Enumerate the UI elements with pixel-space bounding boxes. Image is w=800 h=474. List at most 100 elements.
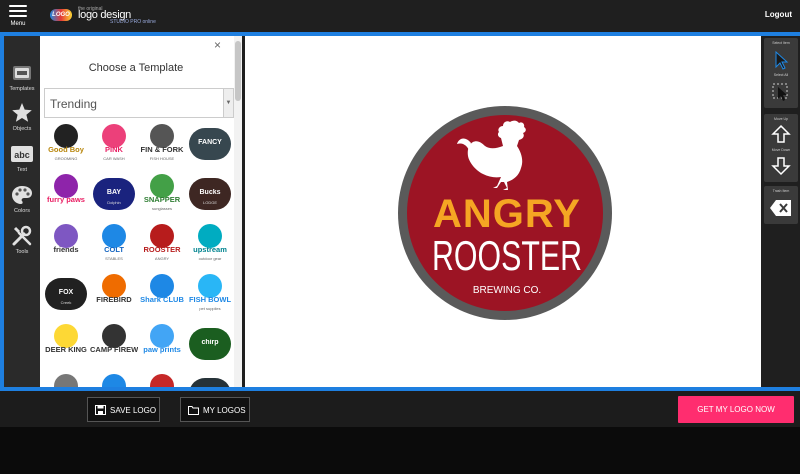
template-thumbnail-icon <box>150 224 174 248</box>
palette-icon <box>12 186 32 204</box>
select-tools-group: Select Item Select All <box>764 38 798 108</box>
select-arrow-icon[interactable] <box>771 50 791 70</box>
template-item[interactable]: DEER KING <box>42 320 90 368</box>
delete-backspace-icon[interactable] <box>769 198 793 218</box>
template-item[interactable]: ROOSTER ANGRY <box>138 220 186 268</box>
template-name: upstream <box>193 246 227 254</box>
logo-line1: ANGRY <box>433 192 581 236</box>
template-thumbnail-icon <box>150 374 174 387</box>
template-item[interactable]: FIREBIRD <box>90 270 138 318</box>
close-icon[interactable]: × <box>214 38 221 52</box>
logout-link[interactable]: Logout <box>765 10 792 19</box>
template-thumbnail-icon <box>102 374 126 387</box>
template-item[interactable]: friends <box>42 220 90 268</box>
template-item[interactable]: FISH BOWL pet supplies <box>186 270 234 318</box>
template-item[interactable]: paw prints <box>138 320 186 368</box>
template-item[interactable]: FOX Creek <box>42 270 90 318</box>
templates-icon <box>13 66 31 80</box>
template-thumbnail-icon <box>54 324 78 348</box>
tool-tools-label: Tools <box>15 249 29 255</box>
template-name: furry paws <box>47 196 85 204</box>
template-item[interactable]: BAY Dolphin <box>90 170 138 218</box>
template-item[interactable]: WRITER'S <box>42 370 90 387</box>
template-thumbnail-icon <box>150 124 174 148</box>
template-item[interactable]: PINK CAR WASH <box>90 120 138 168</box>
template-name: FISH BOWL <box>188 296 232 304</box>
template-name: DEER KING <box>45 346 87 354</box>
template-name: FANCY <box>198 139 222 146</box>
template-item[interactable]: POWER <box>186 370 234 387</box>
arrow-up-icon[interactable] <box>771 124 791 144</box>
template-subtitle: CAR WASH <box>103 156 125 161</box>
tool-templates-label: Templates <box>9 86 35 92</box>
arrange-tools-group: Move Up Move Down <box>764 114 798 182</box>
panel-title: Choose a Template <box>88 62 184 74</box>
get-my-logo-button[interactable]: GET MY LOGO NOW <box>678 396 794 423</box>
logo-design-app: Menu LOGO the original logo design STUDI… <box>0 0 800 474</box>
page-footer <box>0 427 800 474</box>
brand-badge: LOGO <box>50 9 72 21</box>
menu-label: Menu <box>10 21 26 27</box>
template-item[interactable]: FANCY <box>186 120 234 168</box>
template-name: chirp <box>201 339 219 346</box>
template-thumbnail-icon <box>198 274 222 298</box>
my-logos-label: MY LOGOS <box>203 406 246 415</box>
logo-line2: ROOSTER <box>432 232 582 279</box>
template-thumbnail-icon <box>198 224 222 248</box>
template-item[interactable]: PRECISION <box>138 370 186 387</box>
template-panel: × Choose a Template Trending ▼ Good Boy G… <box>40 36 242 387</box>
brand-sub-text: STUDIO PRO online <box>110 19 156 25</box>
template-item[interactable]: furry paws <box>42 170 90 218</box>
template-item[interactable]: upstream outdoor gear <box>186 220 234 268</box>
template-item[interactable]: Good Boy GROOMING <box>42 120 90 168</box>
logo-artwork[interactable]: ANGRY ROOSTER BREWING CO. <box>245 36 761 387</box>
select-all-label: Select All <box>773 73 789 77</box>
template-item[interactable]: Shark CLUB <box>138 270 186 318</box>
template-thumbnail-icon <box>150 324 174 348</box>
template-item[interactable]: FIN & FORK FISH HOUSE <box>138 120 186 168</box>
design-canvas[interactable]: ANGRY ROOSTER BREWING CO. <box>245 36 761 387</box>
template-thumbnail-icon <box>102 124 126 148</box>
category-select[interactable]: Trending ▼ <box>44 88 234 118</box>
tool-colors-label: Colors <box>14 208 30 214</box>
folder-icon <box>188 406 199 415</box>
logo-line3: BREWING CO. <box>473 285 541 296</box>
template-name: CAMP FIREWOOD <box>90 346 138 354</box>
tools-icon <box>12 225 32 246</box>
star-icon <box>12 103 32 122</box>
arrow-down-icon[interactable] <box>771 156 791 176</box>
template-thumbnail-icon <box>189 378 231 387</box>
panel-scrollbar-thumb[interactable] <box>235 41 241 101</box>
tool-colors[interactable]: Colors <box>4 180 40 220</box>
template-thumbnail-icon <box>102 274 126 298</box>
template-name: FIREBIRD <box>96 296 132 304</box>
save-logo-label: SAVE LOGO <box>110 406 157 415</box>
template-subtitle: Creek <box>60 300 72 305</box>
template-name: BAY <box>106 189 122 196</box>
template-item[interactable]: COLT STABLES <box>90 220 138 268</box>
tool-templates[interactable]: Templates <box>4 58 40 98</box>
template-item[interactable]: FORWARD <box>90 370 138 387</box>
template-thumbnail-icon <box>150 274 174 298</box>
template-thumbnail-icon <box>54 124 78 148</box>
panel-scrollbar[interactable] <box>234 36 242 387</box>
tool-objects[interactable]: Objects <box>4 98 40 138</box>
top-bar: Menu LOGO the original logo design STUDI… <box>0 0 800 32</box>
template-thumbnail-icon <box>150 174 174 198</box>
template-name: Good Boy <box>48 146 84 154</box>
template-item[interactable]: CAMP FIREWOOD <box>90 320 138 368</box>
tool-tools[interactable]: Tools <box>4 221 40 261</box>
template-subtitle: GROOMING <box>54 156 78 161</box>
template-name: ROOSTER <box>143 246 181 254</box>
tool-text[interactable]: abc Text <box>4 139 40 179</box>
right-toolbar: Select Item Select All Move Up Move Down… <box>761 36 800 387</box>
template-item[interactable]: Bucks LODGE <box>186 170 234 218</box>
menu-button[interactable]: Menu <box>4 2 32 30</box>
template-item[interactable]: chirp <box>186 320 234 368</box>
template-subtitle: outdoor gear <box>198 256 222 261</box>
select-all-icon[interactable] <box>771 82 791 102</box>
template-thumbnail-icon <box>102 324 126 348</box>
my-logos-button[interactable]: MY LOGOS <box>180 397 250 422</box>
template-item[interactable]: SNAPPER sunglasses <box>138 170 186 218</box>
save-logo-button[interactable]: SAVE LOGO <box>87 397 160 422</box>
